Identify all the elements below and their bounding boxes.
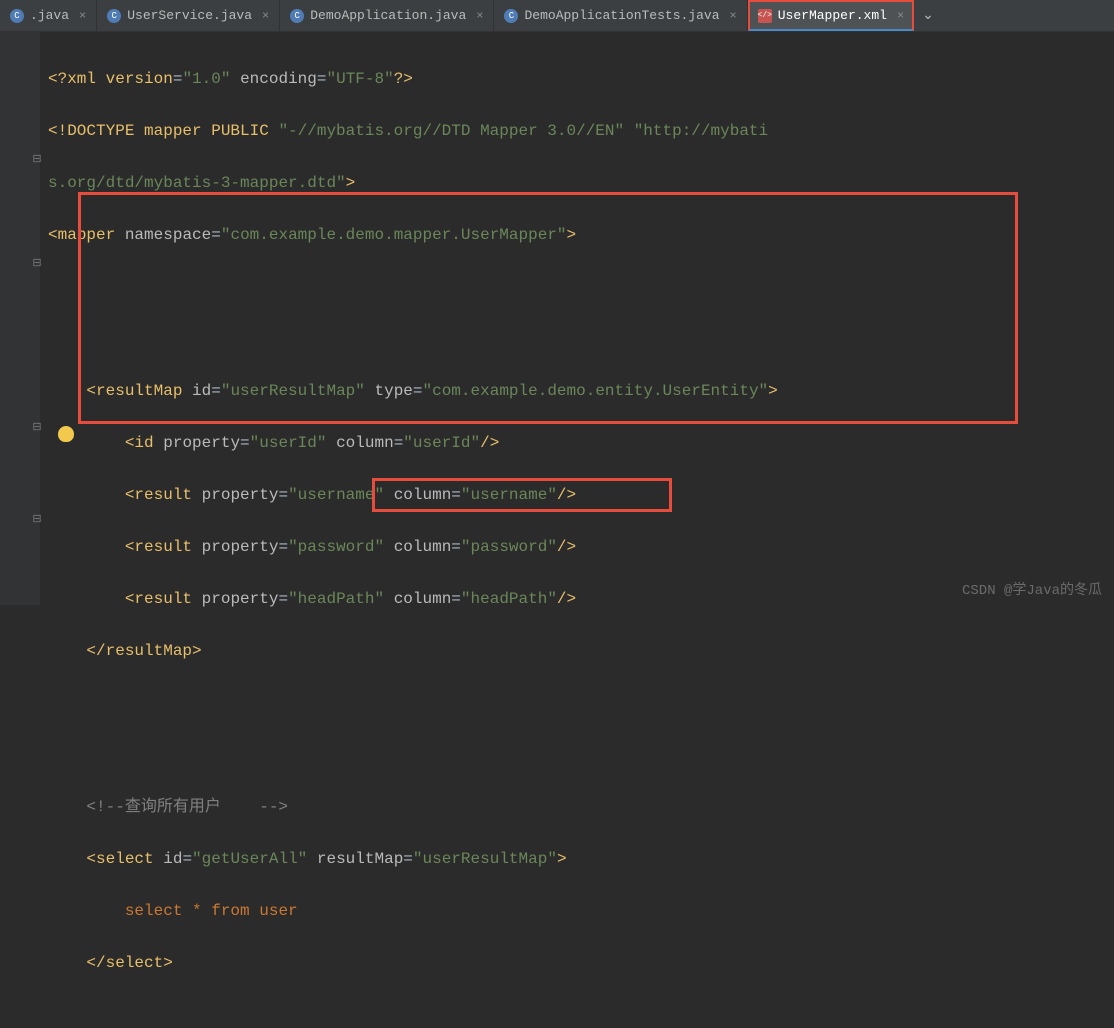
xml-icon: </>	[758, 9, 772, 23]
code-editor: ⊟ ⊟ ⊟ ⊟ <?xml version="1.0" encoding="UT…	[0, 32, 1114, 605]
java-icon: C	[290, 9, 304, 23]
intention-bulb-icon[interactable]	[58, 426, 74, 442]
tab-label: DemoApplication.java	[310, 8, 466, 23]
tab-usermapper[interactable]: </> UserMapper.xml ×	[748, 0, 914, 31]
tab-demoapplicationtests[interactable]: C DemoApplicationTests.java ×	[494, 0, 747, 31]
tab-label: .java	[30, 8, 69, 23]
close-icon[interactable]: ×	[476, 9, 483, 23]
code-area[interactable]: <?xml version="1.0" encoding="UTF-8"?> <…	[40, 32, 778, 605]
close-icon[interactable]: ×	[730, 9, 737, 23]
tab-label: UserMapper.xml	[778, 8, 887, 23]
editor-gutter: ⊟ ⊟ ⊟ ⊟	[0, 32, 40, 605]
close-icon[interactable]: ×	[897, 9, 904, 23]
tab-userservice[interactable]: C UserService.java ×	[97, 0, 280, 31]
java-icon: C	[10, 9, 24, 23]
java-icon: C	[107, 9, 121, 23]
editor-tabs: C .java × C UserService.java × C DemoApp…	[0, 0, 1114, 32]
tab-demoapplication[interactable]: C DemoApplication.java ×	[280, 0, 494, 31]
tab-label: DemoApplicationTests.java	[524, 8, 719, 23]
tab-label: UserService.java	[127, 8, 252, 23]
close-icon[interactable]: ×	[79, 9, 86, 23]
close-icon[interactable]: ×	[262, 9, 269, 23]
watermark: CSDN @学Java的冬瓜	[962, 579, 1102, 599]
more-tabs-chevron[interactable]: ⌄	[914, 7, 942, 24]
tab-file-1[interactable]: C .java ×	[0, 0, 97, 31]
java-icon: C	[504, 9, 518, 23]
